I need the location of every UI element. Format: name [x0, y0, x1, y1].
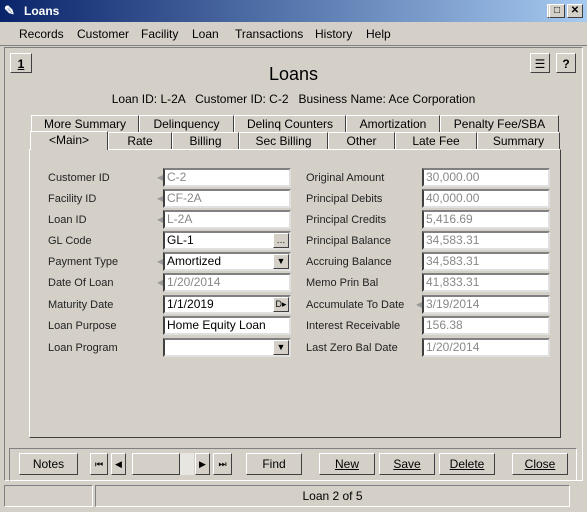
- find-button[interactable]: Find: [246, 453, 302, 475]
- principal-balance-label: Principal Balance: [306, 235, 391, 247]
- tab-summary[interactable]: Summary: [477, 132, 560, 149]
- accruing-balance-label: Accruing Balance: [306, 256, 392, 268]
- tab-delinquency[interactable]: Delinquency: [139, 115, 234, 132]
- last-zero-bal-date-field: 1/20/2014: [422, 338, 550, 357]
- facility-id-value: CF-2A: [167, 191, 202, 205]
- customer-id-value: C-2: [167, 170, 187, 184]
- original-amount-label: Original Amount: [306, 172, 385, 184]
- accumulate-to-date-field: 3/19/2014: [422, 295, 550, 314]
- customer-id-label: Customer ID: [48, 172, 110, 184]
- close-button[interactable]: Close: [512, 453, 568, 475]
- notes-button[interactable]: Notes: [19, 453, 78, 475]
- save-button[interactable]: Save: [379, 453, 435, 475]
- last-record-button[interactable]: ⏭: [213, 453, 232, 475]
- principal-credits-field: 5,416.69: [422, 210, 550, 229]
- customer-id-field: C-2: [163, 168, 291, 187]
- loan-id-field: L-2A: [163, 210, 291, 229]
- maturity-date-label: Maturity Date: [48, 299, 114, 311]
- chevron-down-icon[interactable]: ▼: [273, 340, 289, 355]
- maximize-button[interactable]: □: [549, 4, 565, 18]
- menu-bar: Records Customer Facility Loan Transactions H…: [0, 22, 587, 46]
- tab-main[interactable]: <Main>: [30, 131, 108, 150]
- first-record-button[interactable]: ⏮: [90, 453, 108, 475]
- tab-delinq-counters[interactable]: Delinq Counters: [234, 115, 346, 132]
- menu-records[interactable]: Records: [19, 27, 64, 41]
- date-of-loan-value: 1/20/2014: [167, 275, 221, 289]
- loan-id-value: L-2A: [167, 212, 193, 226]
- loan-program-field[interactable]: ▼: [163, 338, 291, 357]
- tab-late-fee[interactable]: Late Fee: [395, 132, 477, 149]
- new-button[interactable]: New: [319, 453, 375, 475]
- payment-type-field[interactable]: Amortized ▼: [163, 252, 291, 271]
- loan-purpose-field[interactable]: Home Equity Loan: [163, 316, 291, 335]
- accumulate-to-date-value: 3/19/2014: [426, 297, 480, 311]
- status-pane-left: [4, 485, 93, 507]
- chevron-down-icon[interactable]: ▼: [273, 254, 289, 269]
- tab-billing[interactable]: Billing: [172, 132, 239, 149]
- maturity-date-field[interactable]: 1/1/2019 D▸: [163, 295, 291, 314]
- menu-transactions[interactable]: Transactions: [235, 27, 303, 41]
- original-amount-value: 30,000.00: [426, 170, 480, 184]
- gl-code-value: GL-1: [167, 233, 194, 247]
- last-zero-bal-date-label: Last Zero Bal Date: [306, 342, 398, 354]
- delete-button[interactable]: Delete: [439, 453, 495, 475]
- title-bar: ✎ Loans _ □ ✕: [0, 0, 587, 22]
- tab-rate[interactable]: Rate: [108, 132, 172, 149]
- original-amount-field: 30,000.00: [422, 168, 550, 187]
- loan-program-label: Loan Program: [48, 342, 118, 354]
- gl-code-field[interactable]: GL-1 …: [163, 231, 291, 250]
- record-status: Loan 2 of 5: [95, 485, 570, 507]
- loan-id-label: Loan ID: [48, 214, 87, 226]
- principal-debits-label: Principal Debits: [306, 193, 383, 205]
- menu-facility[interactable]: Facility: [141, 27, 178, 41]
- next-record-button[interactable]: ▶: [195, 453, 210, 475]
- prev-record-button[interactable]: ◀: [111, 453, 126, 475]
- tab-more-summary[interactable]: More Summary: [31, 115, 139, 132]
- payment-type-value: Amortized: [167, 254, 222, 268]
- last-zero-bal-date-value: 1/20/2014: [426, 340, 480, 354]
- principal-credits-value: 5,416.69: [426, 212, 473, 226]
- date-of-loan-label: Date Of Loan: [48, 277, 114, 289]
- memo-prin-bal-field: 41,833.31: [422, 273, 550, 292]
- app-icon: ✎: [4, 3, 15, 18]
- maturity-date-value: 1/1/2019: [167, 297, 214, 311]
- memo-prin-bal-value: 41,833.31: [426, 275, 480, 289]
- principal-balance-field: 34,583.31: [422, 231, 550, 250]
- accruing-balance-value: 34,583.31: [426, 254, 480, 268]
- tab-other[interactable]: Other: [328, 132, 395, 149]
- facility-id-label: Facility ID: [48, 193, 97, 205]
- principal-debits-value: 40,000.00: [426, 191, 480, 205]
- close-window-button[interactable]: ✕: [567, 4, 583, 18]
- tab-amortization[interactable]: Amortization: [346, 115, 440, 132]
- principal-debits-field: 40,000.00: [422, 189, 550, 208]
- accumulate-to-date-label: Accumulate To Date: [306, 299, 405, 311]
- tab-sec-billing[interactable]: Sec Billing: [239, 132, 328, 149]
- interest-receivable-field: 156.38: [422, 316, 550, 335]
- memo-prin-bal-label: Memo Prin Bal: [306, 277, 379, 289]
- record-scrollbar[interactable]: [132, 453, 180, 475]
- record-summary: Loan ID: L-2A Customer ID: C-2 Business …: [111, 92, 476, 106]
- calendar-icon[interactable]: D▸: [273, 297, 289, 312]
- tab-penalty-fee-sba[interactable]: Penalty Fee/SBA: [440, 115, 559, 132]
- gl-code-label: GL Code: [48, 235, 92, 247]
- ellipsis-icon[interactable]: …: [273, 233, 289, 248]
- menu-help[interactable]: Help: [366, 27, 391, 41]
- menu-loan[interactable]: Loan: [192, 27, 219, 41]
- window-title: Loans: [24, 4, 60, 18]
- menu-customer[interactable]: Customer: [77, 27, 129, 41]
- loan-purpose-label: Loan Purpose: [48, 320, 117, 332]
- principal-credits-label: Principal Credits: [306, 214, 387, 226]
- accruing-balance-field: 34,583.31: [422, 252, 550, 271]
- interest-receivable-label: Interest Receivable: [306, 320, 401, 332]
- payment-type-label: Payment Type: [48, 256, 119, 268]
- date-of-loan-field: 1/20/2014: [163, 273, 291, 292]
- facility-id-field: CF-2A: [163, 189, 291, 208]
- interest-receivable-value: 156.38: [426, 318, 463, 332]
- principal-balance-value: 34,583.31: [426, 233, 480, 247]
- loan-purpose-value: Home Equity Loan: [167, 318, 266, 332]
- menu-history[interactable]: History: [315, 27, 352, 41]
- scroll-track[interactable]: [180, 453, 194, 475]
- page-title: Loans: [268, 64, 319, 84]
